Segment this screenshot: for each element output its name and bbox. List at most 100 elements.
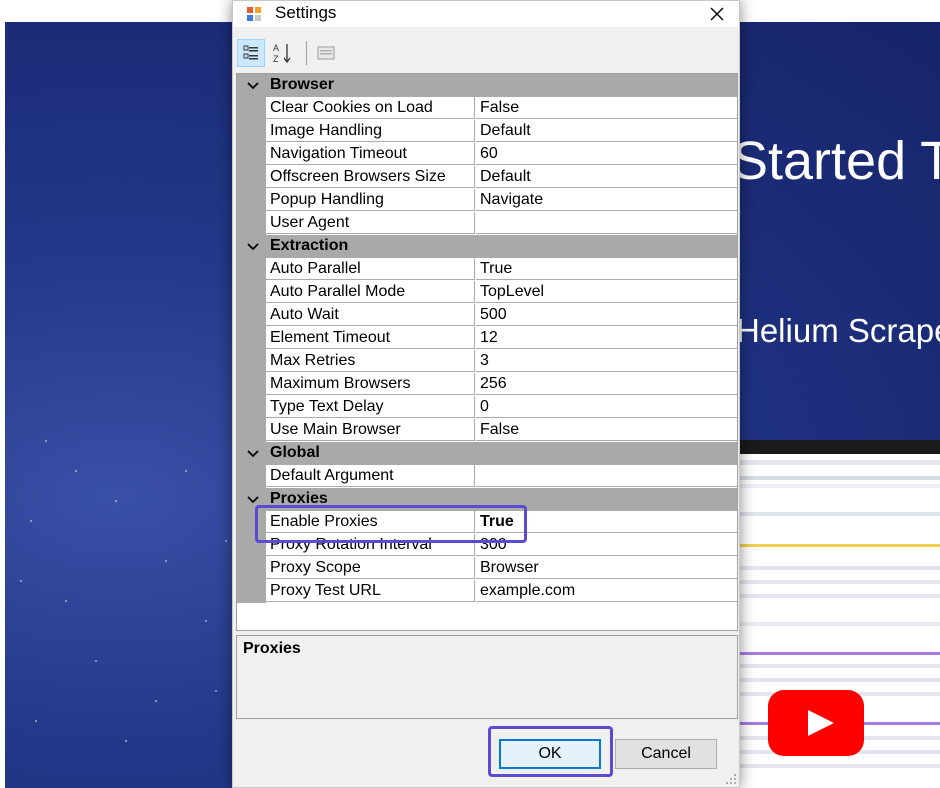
property-row[interactable]: Proxy Scope Browser [237, 557, 737, 580]
property-value[interactable]: example.com [476, 580, 737, 602]
property-name[interactable]: Element Timeout [266, 327, 475, 349]
property-value[interactable]: Navigate [476, 189, 737, 211]
category-extraction[interactable]: Extraction [237, 235, 737, 258]
category-global[interactable]: Global [237, 442, 737, 465]
svg-text:A: A [273, 43, 279, 53]
property-row[interactable]: Proxy Test URL example.com [237, 580, 737, 603]
property-margin [237, 557, 266, 580]
property-value[interactable]: True [476, 258, 737, 280]
resize-grip-icon[interactable] [725, 773, 737, 785]
property-name[interactable]: Popup Handling [266, 189, 475, 211]
property-margin [237, 189, 266, 212]
property-value[interactable]: Browser [476, 557, 737, 579]
property-name[interactable]: Clear Cookies on Load [266, 97, 475, 119]
property-value[interactable] [476, 465, 737, 487]
property-margin [237, 166, 266, 189]
cancel-button[interactable]: Cancel [615, 739, 717, 769]
property-value[interactable]: Default [476, 120, 737, 142]
property-row[interactable]: Element Timeout 12 [237, 327, 737, 350]
alphabetical-button[interactable]: A Z [269, 39, 297, 67]
property-name[interactable]: Maximum Browsers [266, 373, 475, 395]
property-name[interactable]: Image Handling [266, 120, 475, 142]
property-row[interactable]: Auto Parallel True [237, 258, 737, 281]
property-row[interactable]: Auto Parallel Mode TopLevel [237, 281, 737, 304]
property-margin [237, 396, 266, 419]
property-value[interactable]: 12 [476, 327, 737, 349]
youtube-play-button[interactable] [768, 690, 864, 756]
chevron-down-icon[interactable] [245, 239, 261, 255]
background-sparkle [215, 690, 217, 692]
property-name[interactable]: Auto Parallel [266, 258, 475, 280]
category-label: Browser [270, 76, 335, 93]
property-name[interactable]: Proxy Scope [266, 557, 475, 579]
property-margin [237, 120, 266, 143]
background-sparkle [165, 560, 167, 562]
background-sparkle [225, 540, 227, 542]
ok-button-highlight [488, 726, 613, 777]
property-value[interactable]: 60 [476, 143, 737, 165]
category-label: Extraction [270, 237, 349, 254]
chevron-down-icon[interactable] [245, 78, 261, 94]
property-row[interactable]: Image Handling Default [237, 120, 737, 143]
property-name[interactable]: Auto Wait [266, 304, 475, 326]
enable-proxies-highlight [255, 505, 527, 543]
property-row[interactable]: Default Argument [237, 465, 737, 488]
property-value[interactable]: 3 [476, 350, 737, 372]
property-value[interactable]: False [476, 419, 737, 441]
property-name[interactable]: Type Text Delay [266, 396, 475, 418]
categorized-button[interactable] [237, 39, 265, 67]
background-sparkle [30, 520, 32, 522]
category-browser[interactable]: Browser [237, 74, 737, 97]
chevron-down-icon[interactable] [245, 446, 261, 462]
property-margin [237, 465, 266, 488]
property-row[interactable]: Auto Wait 500 [237, 304, 737, 327]
property-row[interactable]: Clear Cookies on Load False [237, 97, 737, 120]
property-name[interactable]: User Agent [266, 212, 475, 234]
help-title: Proxies [243, 640, 301, 657]
property-row[interactable]: User Agent [237, 212, 737, 235]
category-label: Global [270, 444, 320, 461]
toolbar-separator [306, 41, 307, 65]
property-name[interactable]: Navigation Timeout [266, 143, 475, 165]
property-pages-button[interactable] [312, 39, 340, 67]
property-margin [237, 97, 266, 120]
property-name[interactable]: Auto Parallel Mode [266, 281, 475, 303]
help-pane: Proxies [236, 635, 738, 719]
property-name[interactable]: Max Retries [266, 350, 475, 372]
background-sparkle [65, 600, 67, 602]
dialog-title: Settings [275, 3, 337, 22]
close-icon [710, 7, 724, 21]
background-sparkle [20, 580, 22, 582]
property-margin [237, 212, 266, 235]
property-margin [237, 327, 266, 350]
property-row[interactable]: Type Text Delay 0 [237, 396, 737, 419]
background-sparkle [75, 470, 77, 472]
property-name[interactable]: Default Argument [266, 465, 475, 487]
property-grid[interactable]: Browser Clear Cookies on Load False Image H… [236, 73, 738, 631]
background-sparkle [205, 620, 207, 622]
property-row[interactable]: Navigation Timeout 60 [237, 143, 737, 166]
property-row[interactable]: Max Retries 3 [237, 350, 737, 373]
hero-title: Started T [732, 131, 940, 191]
property-row[interactable]: Popup Handling Navigate [237, 189, 737, 212]
property-value[interactable]: False [476, 97, 737, 119]
property-value[interactable]: 0 [476, 396, 737, 418]
categorized-view-icon [243, 45, 258, 60]
property-row[interactable]: Maximum Browsers 256 [237, 373, 737, 396]
property-value[interactable] [476, 212, 737, 234]
property-margin [237, 373, 266, 396]
background-sparkle [95, 660, 97, 662]
property-row[interactable]: Offscreen Browsers Size Default [237, 166, 737, 189]
property-value[interactable]: Default [476, 166, 737, 188]
property-name[interactable]: Use Main Browser [266, 419, 475, 441]
property-name[interactable]: Offscreen Browsers Size [266, 166, 475, 188]
property-value[interactable]: 500 [476, 304, 737, 326]
background-sparkle [35, 720, 37, 722]
property-value[interactable]: 256 [476, 373, 737, 395]
svg-text:Z: Z [273, 54, 279, 64]
property-row[interactable]: Use Main Browser False [237, 419, 737, 442]
close-button[interactable] [695, 1, 739, 27]
settings-dialog: Settings A Z Browser Clear Cookies on Lo… [232, 0, 740, 788]
property-name[interactable]: Proxy Test URL [266, 580, 475, 602]
property-value[interactable]: TopLevel [476, 281, 737, 303]
